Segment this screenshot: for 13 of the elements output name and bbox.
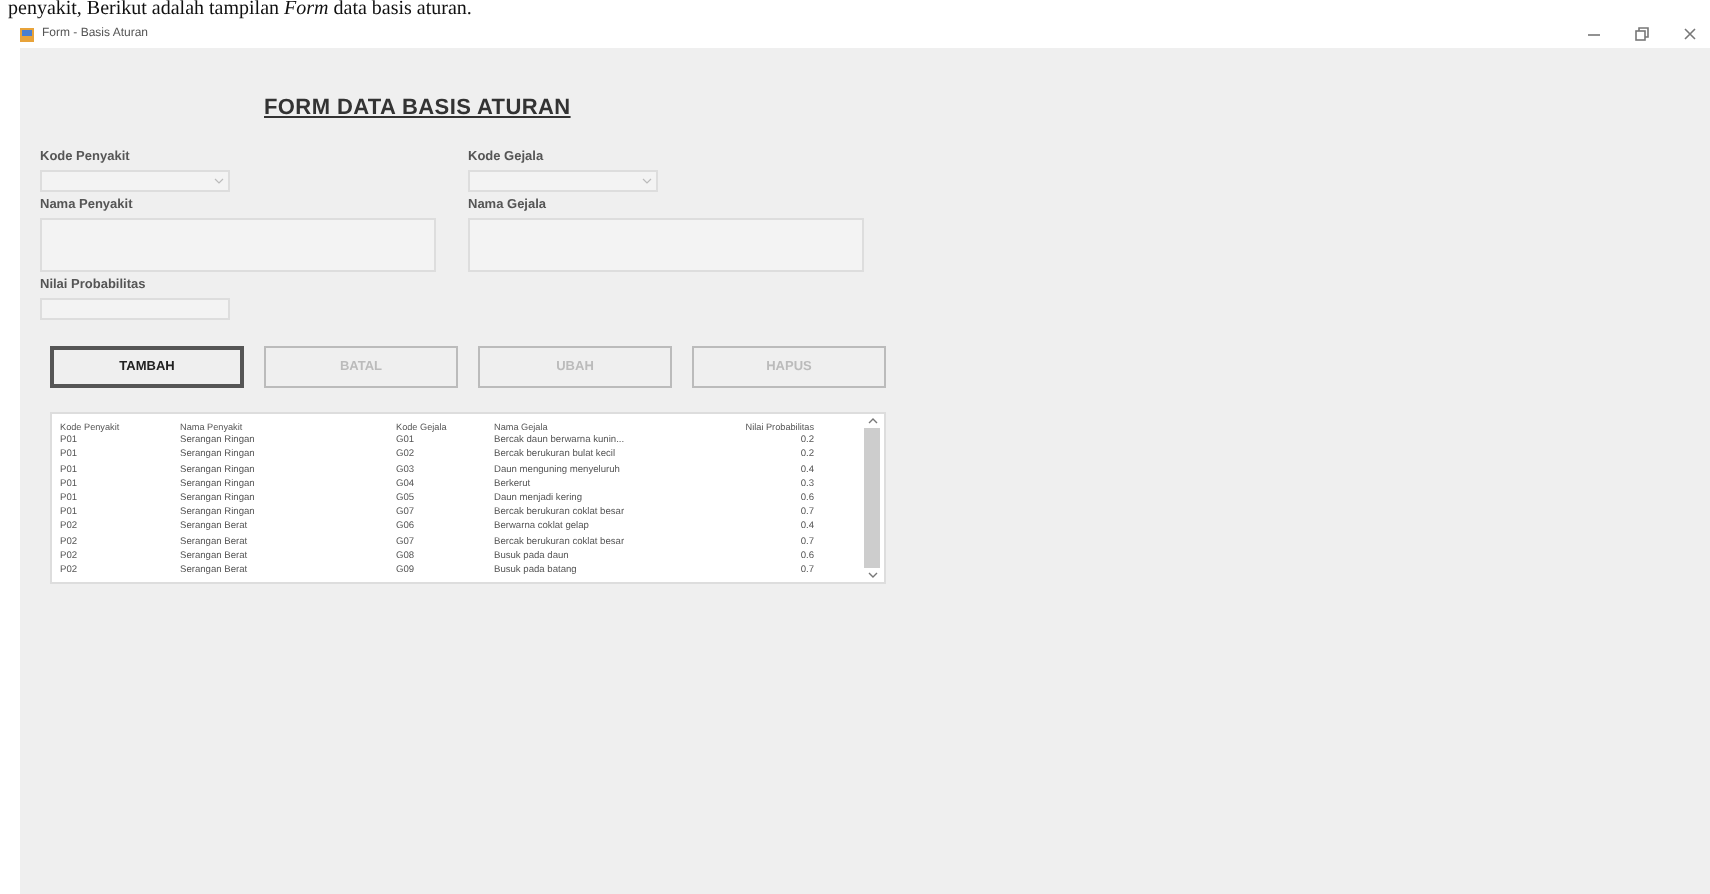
form-heading: FORM DATA BASIS ATURAN [264, 96, 573, 120]
dropdown-field[interactable] [468, 170, 658, 192]
dropdown-field[interactable] [40, 170, 230, 192]
scroll-up-icon[interactable] [867, 418, 877, 424]
document-text: penyakit, Berikut adalah tampilan Form data basis aturan. [6, 0, 474, 20]
app-icon [20, 27, 34, 41]
scroll-thumb[interactable] [864, 428, 880, 568]
chevron-down-icon [642, 178, 652, 184]
close-icon[interactable] [1682, 26, 1698, 42]
scrollbar[interactable] [860, 414, 884, 582]
scroll-down-icon[interactable] [867, 572, 877, 578]
restore-icon[interactable] [1634, 26, 1650, 42]
chevron-down-icon [214, 178, 224, 184]
